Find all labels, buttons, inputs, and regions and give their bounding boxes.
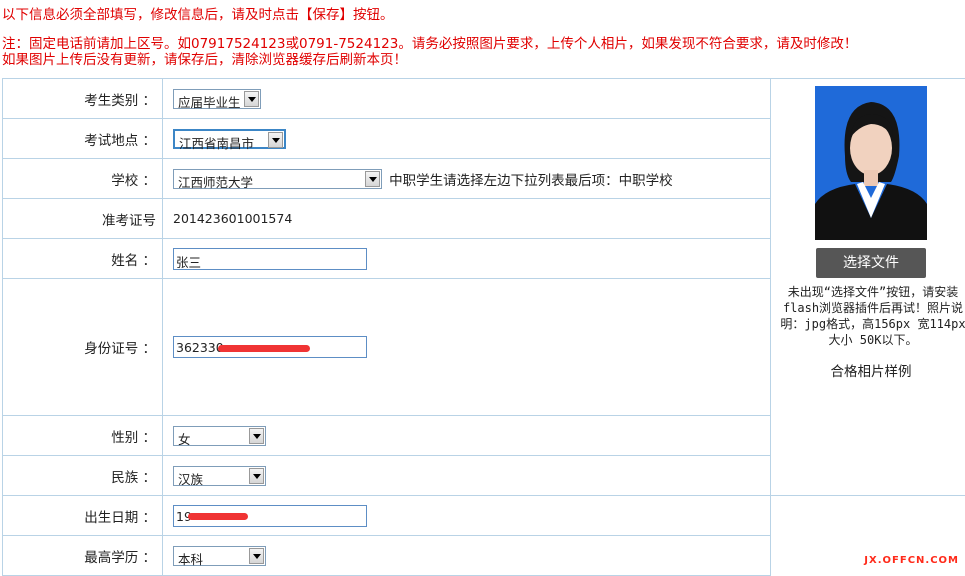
sample-photo <box>815 86 927 240</box>
notice-save-reminder: 以下信息必须全部填写，修改信息后，请及时点击【保存】按钮。 <box>2 3 394 23</box>
category-label: 考生类别 ： <box>3 79 163 119</box>
gender-value: 女 <box>178 429 191 448</box>
school-label: 学校 ： <box>3 159 163 199</box>
birth-date-input[interactable]: 19 <box>173 505 367 527</box>
choose-file-button[interactable]: 选择文件 <box>816 248 926 278</box>
ethnicity-select[interactable]: 汉族 <box>173 466 266 486</box>
chevron-down-icon[interactable] <box>249 428 264 444</box>
photo-panel: 选择文件 未出现“选择文件”按钮，请安装flash浏览器插件后再试！照片说明：j… <box>771 79 965 496</box>
location-label: 考试地点 ： <box>3 119 163 159</box>
category-select[interactable]: 应届毕业生 <box>173 89 261 109</box>
photo-instructions: 未出现“选择文件”按钮，请安装flash浏览器插件后再试！照片说明：jpg格式，… <box>771 278 965 348</box>
education-value: 本科 <box>178 549 203 568</box>
site-watermark: JX.OFFCN.COM <box>864 555 959 566</box>
redaction-mark <box>188 513 248 520</box>
id-number-value: 362330 <box>176 340 224 355</box>
ethnicity-value: 汉族 <box>178 469 203 488</box>
category-value: 应届毕业生 <box>178 92 241 111</box>
photo-sample-caption: 合格相片样例 <box>771 360 965 380</box>
id-number-input[interactable]: 362330 <box>173 336 367 358</box>
education-select[interactable]: 本科 <box>173 546 266 566</box>
chevron-down-icon[interactable] <box>244 91 259 107</box>
exam-number-value: 201423601001574 <box>173 211 292 226</box>
row-category: 考生类别 ： 应届毕业生 选择文件 未出现“选择文件”按钮，请安装 <box>3 79 965 119</box>
id-number-label: 身份证号 ： <box>3 279 163 416</box>
gender-label: 性别 ： <box>3 416 163 456</box>
exam-number-label: 准考证号 <box>3 199 163 239</box>
redaction-mark <box>218 345 310 352</box>
school-value: 江西师范大学 <box>178 172 253 191</box>
name-input[interactable]: 张三 <box>173 248 367 270</box>
gender-select[interactable]: 女 <box>173 426 266 446</box>
chevron-down-icon[interactable] <box>268 132 283 148</box>
ethnicity-label: 民族 ： <box>3 456 163 496</box>
registration-form: 考生类别 ： 应届毕业生 选择文件 未出现“选择文件”按钮，请安装 <box>2 78 965 576</box>
school-hint: 中职学生请选择左边下拉列表最后项：中职学校 <box>389 173 673 189</box>
birth-date-label: 出生日期 ： <box>3 496 163 536</box>
portrait-image <box>815 86 927 240</box>
row-birth-date: 出生日期 ： 19 <box>3 496 965 536</box>
chevron-down-icon[interactable] <box>249 468 264 484</box>
chevron-down-icon[interactable] <box>365 171 380 187</box>
name-label: 姓名 ： <box>3 239 163 279</box>
notice-cache: 如果图片上传后没有更新，请保存后，清除浏览器缓存后刷新本页！ <box>2 48 407 68</box>
location-value: 江西省南昌市 <box>179 133 254 152</box>
location-select[interactable]: 江西省南昌市 <box>173 129 286 149</box>
chevron-down-icon[interactable] <box>249 548 264 564</box>
name-value: 张三 <box>176 252 201 271</box>
school-select[interactable]: 江西师范大学 <box>173 169 382 189</box>
